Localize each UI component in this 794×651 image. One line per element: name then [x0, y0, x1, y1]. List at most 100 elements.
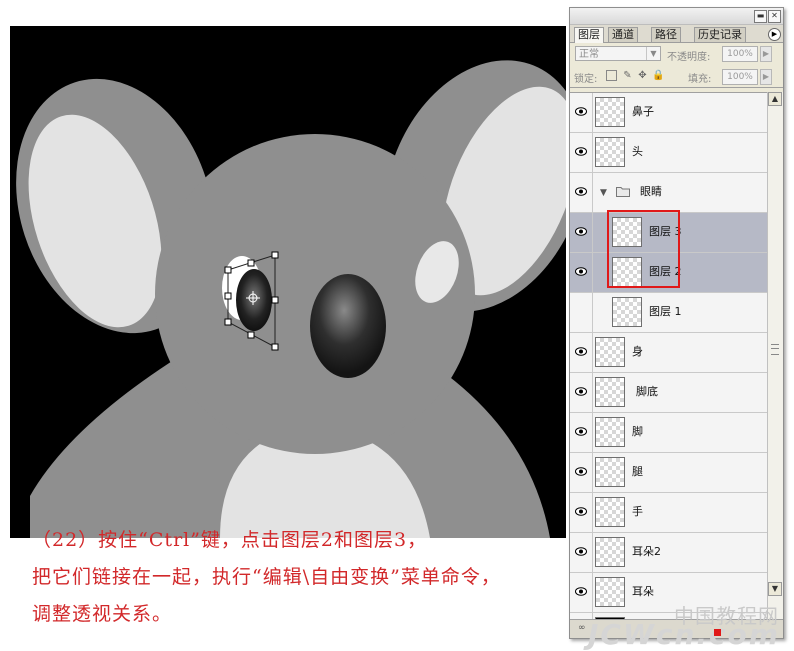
layer-name: 耳朵2	[632, 545, 661, 558]
layer-row-foot[interactable]: 脚	[570, 413, 767, 453]
panel-tabs: 图层 通道 路径 历史记录 ▶	[570, 25, 783, 43]
layers-panel: ▬ ✕ 图层 通道 路径 历史记录 ▶ 正常 ▼ 不透明度: 100% ▶ 锁定…	[569, 7, 784, 639]
fill-slider-arrow-icon[interactable]: ▶	[760, 69, 772, 85]
eye-icon	[575, 227, 587, 236]
scroll-up-icon[interactable]: ▲	[768, 92, 782, 106]
blend-mode-value: 正常	[579, 49, 599, 60]
panel-titlebar[interactable]: ▬ ✕	[570, 8, 783, 25]
layer-name: 腿	[632, 465, 643, 478]
close-icon[interactable]: ✕	[768, 10, 781, 23]
eye-icon	[575, 267, 587, 276]
scroll-down-icon[interactable]: ▼	[768, 582, 782, 596]
eye-icon	[575, 347, 587, 356]
document-canvas[interactable]	[10, 26, 566, 538]
layer-thumbnail	[595, 537, 625, 567]
layer-thumbnail	[595, 337, 625, 367]
layer-visibility-toggle[interactable]	[570, 493, 593, 532]
layer-thumbnail	[595, 417, 625, 447]
layer-thumbnail	[595, 457, 625, 487]
fill-label: 填充:	[688, 74, 712, 85]
layer-row-ear-2[interactable]: 耳朵2	[570, 533, 767, 573]
blend-row: 正常 ▼ 不透明度: 100% ▶	[570, 43, 783, 65]
layer-thumbnail	[595, 577, 625, 607]
chevron-down-icon: ▼	[646, 47, 660, 60]
caption-line-1: （22）按住“Ctrl”键，点击图层2和图层3，	[32, 529, 428, 551]
layer-name: 图层 1	[649, 305, 682, 318]
lock-brush-icon[interactable]: ✎	[622, 70, 633, 81]
layer-thumbnail	[612, 217, 642, 247]
layer-name: 耳朵	[632, 585, 654, 598]
caption-line-3: 调整透视关系。	[32, 603, 173, 625]
layer-row-nose[interactable]: 鼻子	[570, 93, 767, 133]
tab-channels[interactable]: 通道	[608, 27, 638, 42]
eye-icon	[575, 107, 587, 116]
layer-visibility-toggle[interactable]	[570, 213, 593, 252]
watermark-en: JCWcn.com	[588, 618, 781, 651]
koala-nose	[310, 274, 386, 378]
layer-visibility-toggle[interactable]	[570, 453, 593, 492]
fill-input[interactable]: 100%	[722, 69, 758, 85]
caption-line-2: 把它们链接在一起，执行“编辑\自由变换”菜单命令，	[32, 566, 501, 588]
blend-mode-select[interactable]: 正常 ▼	[575, 46, 661, 61]
tab-history[interactable]: 历史记录	[694, 27, 746, 42]
layer-thumbnail	[612, 297, 642, 327]
layer-name: 图层 2	[649, 265, 682, 278]
eye-icon	[575, 587, 587, 596]
eye-icon	[575, 507, 587, 516]
layer-visibility-toggle[interactable]	[570, 253, 593, 292]
layer-visibility-toggle[interactable]	[570, 413, 593, 452]
eye-icon	[575, 427, 587, 436]
tutorial-caption: （22）按住“Ctrl”键，点击图层2和图层3， 把它们链接在一起，执行“编辑\…	[32, 522, 652, 633]
lock-transparent-icon[interactable]	[606, 70, 617, 81]
layer-row-layer-1[interactable]: 图层 1	[570, 293, 767, 333]
layer-name: 眼睛	[640, 185, 662, 198]
layer-group-eyes[interactable]: ▼ 眼睛	[570, 173, 767, 213]
layer-row-head[interactable]: 头	[570, 133, 767, 173]
layer-row-sole[interactable]: 脚底	[570, 373, 767, 413]
layer-row-leg[interactable]: 腿	[570, 453, 767, 493]
koala-pupil	[236, 269, 272, 331]
layer-thumbnail	[612, 257, 642, 287]
scroll-grip[interactable]	[771, 344, 779, 355]
layer-name: 身	[632, 345, 643, 358]
layer-thumbnail	[595, 137, 625, 167]
lock-label: 锁定:	[574, 74, 598, 85]
layer-list: 鼻子 头 ▼ 眼睛 图层 3 图层 2 图层 1 身 脚底 脚 腿 手 耳朵2 …	[570, 92, 767, 621]
layer-row-body[interactable]: 身	[570, 333, 767, 373]
layer-visibility-toggle[interactable]	[570, 573, 593, 612]
minimize-icon[interactable]: ▬	[754, 10, 767, 23]
layer-thumbnail	[595, 497, 625, 527]
koala-artwork	[16, 60, 566, 538]
layer-name: 手	[632, 505, 643, 518]
group-expand-icon[interactable]: ▼	[600, 188, 607, 198]
layer-row-layer-2[interactable]: 图层 2	[570, 253, 767, 293]
eye-icon	[575, 467, 587, 476]
tab-paths[interactable]: 路径	[651, 27, 681, 42]
lock-row: 锁定: ✎ ✥ 🔒 填充: 100% ▶	[570, 65, 783, 88]
layer-visibility-toggle[interactable]	[570, 133, 593, 172]
layer-visibility-toggle[interactable]	[570, 93, 593, 132]
layer-list-scrollbar[interactable]: ▲ ▼	[767, 92, 783, 620]
layer-visibility-toggle[interactable]	[570, 293, 593, 332]
layer-name: 脚	[632, 425, 643, 438]
layer-row-layer-3[interactable]: 图层 3	[570, 213, 767, 253]
layer-thumbnail	[595, 377, 625, 407]
layer-visibility-toggle[interactable]	[570, 173, 593, 212]
eye-icon	[575, 187, 587, 196]
tab-layers[interactable]: 图层	[574, 27, 604, 43]
lock-all-icon[interactable]: 🔒	[652, 70, 664, 81]
opacity-slider-arrow-icon[interactable]: ▶	[760, 46, 772, 62]
layer-name: 图层 3	[649, 225, 682, 238]
layer-visibility-toggle[interactable]	[570, 373, 593, 412]
layer-visibility-toggle[interactable]	[570, 533, 593, 572]
panel-menu-icon[interactable]: ▶	[768, 28, 781, 41]
opacity-label: 不透明度:	[667, 52, 711, 63]
layer-visibility-toggle[interactable]	[570, 333, 593, 372]
eye-icon	[575, 387, 587, 396]
opacity-input[interactable]: 100%	[722, 46, 758, 62]
folder-icon	[616, 187, 630, 197]
lock-move-icon[interactable]: ✥	[637, 70, 648, 81]
eye-icon	[575, 547, 587, 556]
layer-name: 鼻子	[632, 105, 654, 118]
layer-row-hand[interactable]: 手	[570, 493, 767, 533]
